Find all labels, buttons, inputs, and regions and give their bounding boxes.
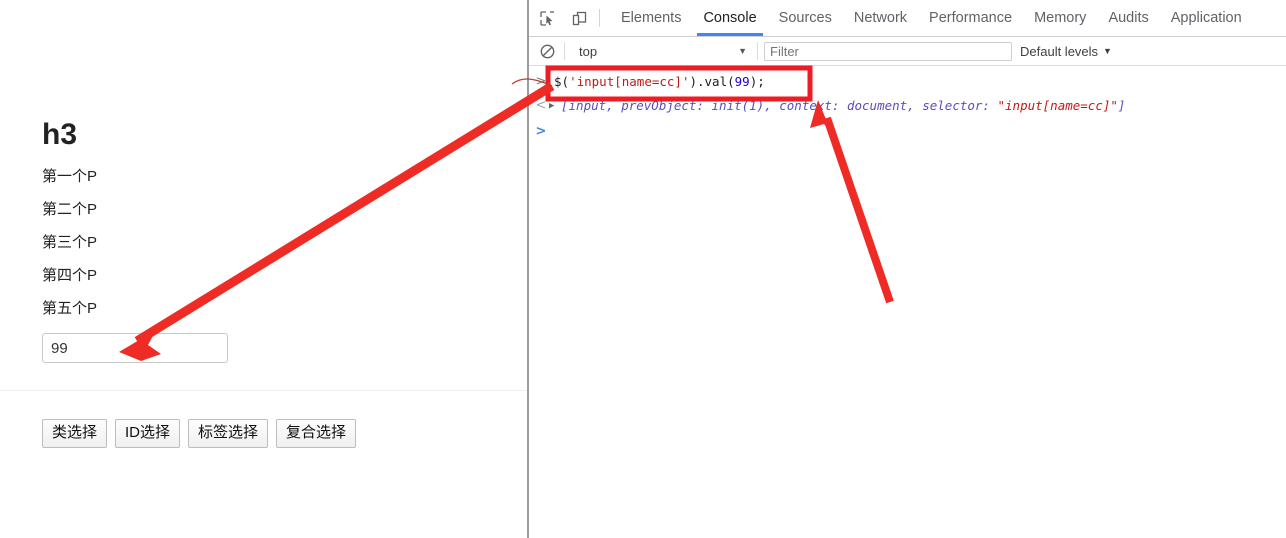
tab-sources[interactable]: Sources bbox=[768, 1, 843, 36]
devtools-tabbar: Elements Console Sources Network Perform… bbox=[529, 0, 1286, 37]
section-divider bbox=[0, 390, 527, 391]
web-page-pane: h3 第一个P 第二个P 第三个P 第四个P 第五个P 类选择 ID选择 标签选… bbox=[0, 0, 527, 538]
selector-button-row: 类选择 ID选择 标签选择 复合选择 bbox=[42, 419, 357, 448]
console-message-list: > $('input[name=cc]').val(99); < ▶ [inpu… bbox=[529, 66, 1286, 538]
console-levels-value: Default levels bbox=[1020, 43, 1099, 59]
output-token-2: ] bbox=[1117, 98, 1126, 113]
tab-elements[interactable]: Elements bbox=[610, 1, 692, 36]
class-selector-button[interactable]: 类选择 bbox=[42, 419, 108, 448]
clear-console-icon[interactable] bbox=[536, 40, 558, 62]
output-token-1: "input[name=cc]" bbox=[997, 98, 1118, 113]
console-input-row[interactable]: > $('input[name=cc]').val(99); bbox=[529, 72, 1286, 92]
paragraph-1: 第一个P bbox=[42, 168, 98, 185]
tab-network[interactable]: Network bbox=[843, 1, 918, 36]
paragraph-2: 第二个P bbox=[42, 201, 98, 218]
tab-performance[interactable]: Performance bbox=[918, 1, 1023, 36]
command-token-4: ); bbox=[749, 74, 765, 89]
output-token-0: [input, prevObject: init(1), context: do… bbox=[561, 98, 998, 113]
chevron-down-icon: ▼ bbox=[738, 46, 747, 56]
paragraph-5: 第五个P bbox=[42, 300, 98, 317]
console-context-value: top bbox=[579, 43, 598, 59]
console-output-text: [input, prevObject: init(1), context: do… bbox=[561, 96, 1125, 116]
paragraph-4: 第四个P bbox=[42, 267, 98, 284]
tab-console[interactable]: Console bbox=[692, 1, 767, 36]
tag-selector-button[interactable]: 标签选择 bbox=[188, 419, 269, 448]
cc-text-input[interactable] bbox=[42, 333, 228, 363]
compound-selector-button[interactable]: 复合选择 bbox=[276, 419, 357, 448]
console-toolbar: top ▼ Default levels ▼ bbox=[529, 37, 1286, 66]
console-input-marker: > bbox=[535, 74, 547, 89]
toolbar-divider bbox=[599, 9, 600, 27]
command-token-2: ).val( bbox=[689, 74, 735, 89]
devtools-panel: Elements Console Sources Network Perform… bbox=[529, 0, 1286, 538]
console-output-row[interactable]: < ▶ [input, prevObject: init(1), context… bbox=[529, 96, 1286, 117]
command-token-3: 99 bbox=[734, 74, 750, 89]
toolbar-divider-1 bbox=[564, 42, 565, 60]
device-toolbar-icon[interactable] bbox=[565, 4, 593, 32]
id-selector-button[interactable]: ID选择 bbox=[115, 419, 181, 448]
page-title: h3 bbox=[42, 118, 78, 151]
tab-audits[interactable]: Audits bbox=[1097, 1, 1159, 36]
paragraph-3: 第三个P bbox=[42, 234, 98, 251]
command-token-0: $( bbox=[554, 74, 570, 89]
console-context-selector[interactable]: top ▼ bbox=[571, 40, 751, 62]
command-token-1: 'input[name=cc]' bbox=[569, 74, 690, 89]
inspect-element-icon[interactable] bbox=[533, 4, 561, 32]
expand-triangle-icon[interactable]: ▶ bbox=[549, 96, 561, 117]
console-filter-input[interactable] bbox=[764, 41, 1012, 61]
console-output-marker: < bbox=[535, 98, 547, 113]
tab-memory[interactable]: Memory bbox=[1023, 1, 1097, 36]
console-command-text: $('input[name=cc]').val(99); bbox=[549, 72, 765, 92]
chevron-down-icon: ▼ bbox=[1103, 46, 1112, 56]
console-levels-selector[interactable]: Default levels ▼ bbox=[1012, 44, 1112, 59]
console-prompt-row[interactable]: > bbox=[529, 122, 1286, 142]
console-prompt-marker: > bbox=[535, 124, 547, 139]
toolbar-divider-2 bbox=[757, 42, 758, 60]
tab-application[interactable]: Application bbox=[1160, 1, 1253, 36]
